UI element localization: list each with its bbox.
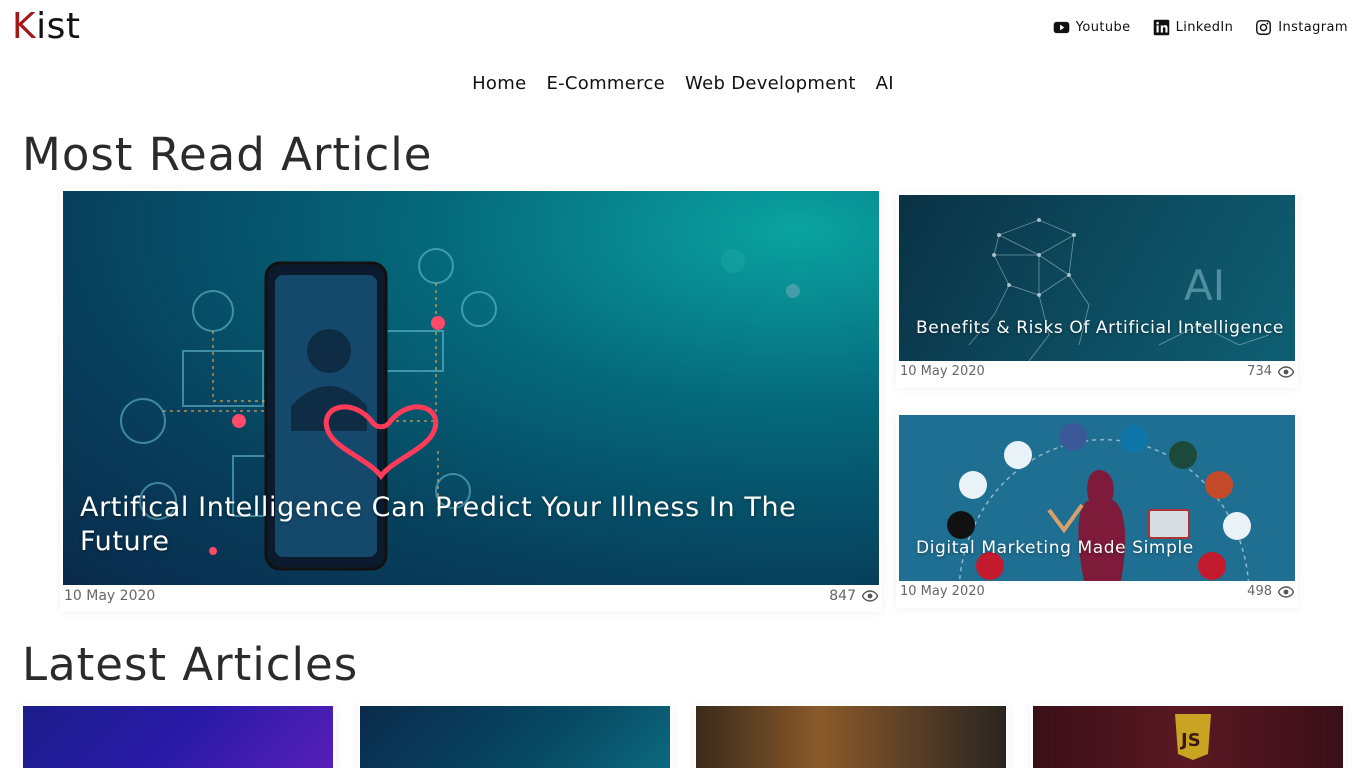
side-article-card-2[interactable]: Digital Marketing Made Simple 10 May 202… — [896, 412, 1298, 608]
instagram-link[interactable]: Instagram — [1255, 19, 1348, 36]
svg-text:AI: AI — [1184, 261, 1225, 310]
eye-icon — [1278, 585, 1294, 598]
side-article-meta-1: 10 May 2020 734 — [900, 364, 1294, 379]
views-count: 734 — [1247, 364, 1272, 379]
side-article-card-1[interactable]: AI Benefits & Risks Of Artificial Intell… — [896, 192, 1298, 388]
social-links: Youtube LinkedIn Instagram — [1053, 19, 1348, 36]
site-logo[interactable]: Kist — [12, 6, 80, 47]
side-article-views-2: 498 — [1247, 584, 1294, 599]
side-article-title-2: Digital Marketing Made Simple — [916, 538, 1194, 558]
nav-home[interactable]: Home — [472, 73, 526, 94]
side-article-date-2: 10 May 2020 — [900, 584, 985, 599]
instagram-label: Instagram — [1278, 20, 1348, 35]
views-count: 498 — [1247, 584, 1272, 599]
side-article-image-2: Digital Marketing Made Simple — [899, 415, 1295, 581]
latest-article-image — [23, 706, 333, 768]
instagram-icon — [1255, 19, 1272, 36]
nav-ai[interactable]: AI — [876, 73, 894, 94]
featured-article-card[interactable]: Artifical Intelligence Can Predict Your … — [60, 188, 882, 612]
side-article-image-1: AI Benefits & Risks Of Artificial Intell… — [899, 195, 1295, 361]
linkedin-label: LinkedIn — [1175, 20, 1234, 35]
nav-web-development[interactable]: Web Development — [685, 73, 856, 94]
svg-text:JS: JS — [1179, 730, 1201, 751]
latest-article-image — [360, 706, 670, 768]
side-article-views-1: 734 — [1247, 364, 1294, 379]
latest-article-image: JS — [1033, 706, 1343, 768]
featured-article-date: 10 May 2020 — [64, 588, 156, 604]
views-count: 847 — [829, 588, 856, 604]
youtube-link[interactable]: Youtube — [1053, 19, 1131, 36]
latest-article-card[interactable] — [693, 704, 1009, 768]
js-logo-icon: JS — [1175, 714, 1211, 760]
nav-ecommerce[interactable]: E-Commerce — [546, 73, 665, 94]
latest-article-card[interactable]: JS — [1030, 704, 1346, 768]
most-read-heading: Most Read Article — [22, 128, 433, 181]
main-nav: Home E-Commerce Web Development AI — [0, 73, 1366, 94]
side-article-date-1: 10 May 2020 — [900, 364, 985, 379]
logo-initial: K — [12, 6, 37, 47]
linkedin-link[interactable]: LinkedIn — [1153, 19, 1234, 36]
linkedin-icon — [1153, 19, 1170, 36]
latest-article-card[interactable] — [357, 704, 673, 768]
latest-article-image — [696, 706, 1006, 768]
featured-article-views: 847 — [829, 588, 878, 604]
featured-article-meta: 10 May 2020 847 — [64, 588, 878, 604]
featured-article-title: Artifical Intelligence Can Predict Your … — [80, 492, 797, 557]
eye-icon — [1278, 365, 1294, 378]
latest-articles-heading: Latest Articles — [22, 638, 359, 691]
featured-article-image: Artifical Intelligence Can Predict Your … — [63, 191, 879, 585]
eye-icon — [862, 590, 878, 602]
logo-text: ist — [36, 6, 81, 47]
latest-article-card[interactable] — [20, 704, 336, 768]
side-article-title-1: Benefits & Risks Of Artificial Intellige… — [916, 318, 1284, 338]
youtube-icon — [1053, 19, 1070, 36]
side-article-meta-2: 10 May 2020 498 — [900, 584, 1294, 599]
youtube-label: Youtube — [1075, 20, 1131, 35]
